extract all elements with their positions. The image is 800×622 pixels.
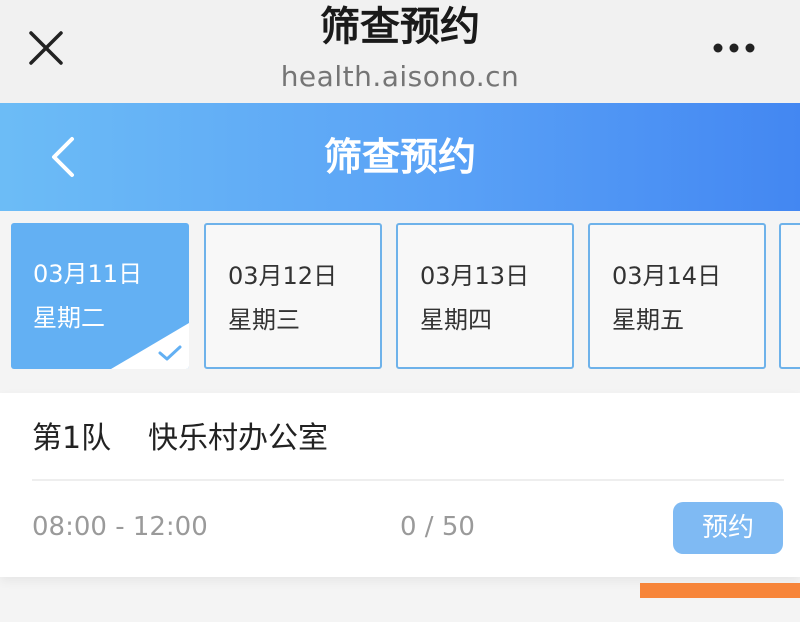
book-button[interactable]: 预约 bbox=[673, 502, 783, 554]
date-card-0314[interactable]: 03月14日 星期五 bbox=[588, 223, 766, 369]
divider bbox=[32, 479, 784, 481]
date-card-0313[interactable]: 03月13日 星期四 bbox=[396, 223, 574, 369]
bottom-accent-bar bbox=[640, 583, 800, 598]
weekday-label: 星期三 bbox=[228, 306, 300, 334]
weekday-label: 星期二 bbox=[33, 304, 105, 332]
time-range: 08:00 - 12:00 bbox=[32, 512, 208, 542]
capacity-count: 0 / 50 bbox=[400, 512, 475, 542]
team-name: 第1队 bbox=[32, 421, 112, 456]
date-selector: 03月11日 星期二 03月12日 星期三 03月13日 星期四 03月14日 … bbox=[0, 211, 800, 386]
date-card-0311[interactable]: 03月11日 星期二 bbox=[11, 223, 189, 369]
app-header: 筛查预约 bbox=[0, 103, 800, 211]
date-label: 03月11日 bbox=[33, 260, 143, 288]
browser-chrome: 筛查预约 health.aisono.cn bbox=[0, 0, 800, 103]
date-card-next[interactable] bbox=[779, 223, 800, 369]
more-icon[interactable] bbox=[710, 36, 758, 60]
weekday-label: 星期四 bbox=[420, 306, 492, 334]
team-location: 快乐村办公室 bbox=[148, 421, 328, 456]
browser-title: 筛查预约 bbox=[320, 4, 480, 50]
browser-url: health.aisono.cn bbox=[280, 60, 520, 93]
page-title: 筛查预约 bbox=[323, 135, 476, 179]
weekday-label: 星期五 bbox=[612, 306, 684, 334]
date-label: 03月12日 bbox=[228, 262, 338, 290]
session-card: 第1队 快乐村办公室 08:00 - 12:00 0 / 50 预约 bbox=[0, 393, 800, 577]
date-label: 03月14日 bbox=[612, 262, 722, 290]
date-label: 03月13日 bbox=[420, 262, 530, 290]
date-card-0312[interactable]: 03月12日 星期三 bbox=[204, 223, 382, 369]
check-icon bbox=[157, 343, 183, 363]
